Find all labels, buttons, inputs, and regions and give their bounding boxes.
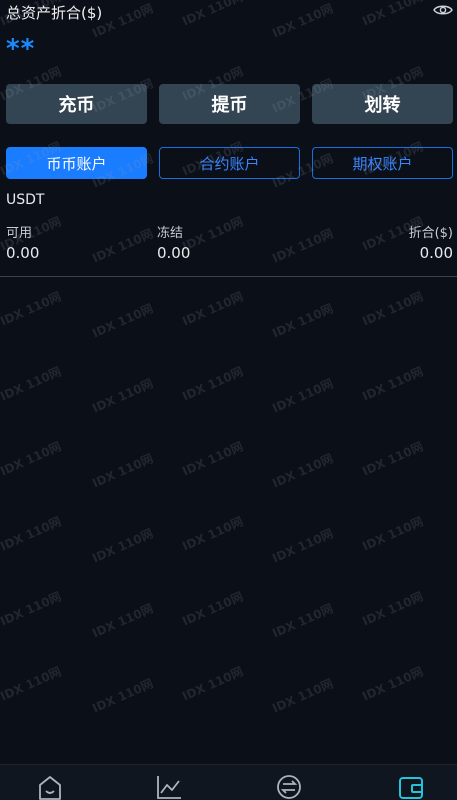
bottom-tabbar xyxy=(0,764,457,800)
transfer-button[interactable]: 划转 xyxy=(312,84,453,124)
frozen-value: 0.00 xyxy=(157,244,191,262)
tab-contract-account[interactable]: 合约账户 xyxy=(159,147,300,179)
home-icon[interactable] xyxy=(36,773,64,800)
asset-summary: 总资产折合($) ** xyxy=(0,0,457,70)
account-tabs: 币币账户 合约账户 期权账户 xyxy=(6,147,453,179)
watermark-text: IDX 110网 xyxy=(180,664,246,704)
watermark-text: IDX 110网 xyxy=(270,301,336,341)
divider xyxy=(0,276,457,277)
tab-spot-account[interactable]: 币币账户 xyxy=(6,147,147,179)
available-label: 可用 xyxy=(6,226,33,241)
asset-row[interactable]: USDT 可用 0.00 冻结 0.00 折合($) 0.00 xyxy=(0,190,457,278)
watermark-text: IDX 110网 xyxy=(90,601,156,641)
watermark-text: IDX 110网 xyxy=(360,514,426,554)
watermark-text: IDX 110网 xyxy=(0,289,64,329)
watermark-text: IDX 110网 xyxy=(360,364,426,404)
watermark-text: IDX 110网 xyxy=(360,589,426,629)
watermark-text: IDX 110网 xyxy=(90,376,156,416)
watermark-text: IDX 110网 xyxy=(0,664,64,704)
watermark-text: IDX 110网 xyxy=(180,289,246,329)
deposit-button[interactable]: 充币 xyxy=(6,84,147,124)
available-value: 0.00 xyxy=(6,244,40,262)
watermark-text: IDX 110网 xyxy=(360,664,426,704)
watermark-text: IDX 110网 xyxy=(270,451,336,491)
watermark-text: IDX 110网 xyxy=(180,364,246,404)
eye-icon[interactable] xyxy=(433,3,453,17)
chart-icon[interactable] xyxy=(155,773,183,800)
frozen-label: 冻结 xyxy=(157,226,184,241)
withdraw-button[interactable]: 提币 xyxy=(159,84,300,124)
watermark-text: IDX 110网 xyxy=(270,376,336,416)
total-assets-label: 总资产折合($) xyxy=(6,4,103,22)
watermark-text: IDX 110网 xyxy=(180,589,246,629)
watermark-text: IDX 110网 xyxy=(270,601,336,641)
watermark-text: IDX 110网 xyxy=(270,526,336,566)
wallet-icon[interactable] xyxy=(397,773,425,800)
converted-value: 0.00 xyxy=(419,244,453,262)
total-balance-masked: ** xyxy=(6,34,36,64)
watermark-text: IDX 110网 xyxy=(0,514,64,554)
exchange-icon[interactable] xyxy=(275,773,303,800)
wallet-page: 总资产折合($) ** 充币 提币 划转 币币账户 合约账户 期权账户 USDT… xyxy=(0,0,457,800)
watermark-text: IDX 110网 xyxy=(0,589,64,629)
watermark-text: IDX 110网 xyxy=(90,526,156,566)
action-buttons: 充币 提币 划转 xyxy=(6,84,453,124)
tab-options-account[interactable]: 期权账户 xyxy=(312,147,453,179)
watermark-text: IDX 110网 xyxy=(90,301,156,341)
converted-label: 折合($) xyxy=(408,226,453,241)
watermark-text: IDX 110网 xyxy=(360,289,426,329)
watermark-text: IDX 110网 xyxy=(90,676,156,716)
watermark-text: IDX 110网 xyxy=(360,439,426,479)
watermark-text: IDX 110网 xyxy=(270,676,336,716)
watermark-text: IDX 110网 xyxy=(180,514,246,554)
watermark-text: IDX 110网 xyxy=(0,439,64,479)
watermark-text: IDX 110网 xyxy=(180,439,246,479)
watermark-text: IDX 110网 xyxy=(90,451,156,491)
watermark-text: IDX 110网 xyxy=(0,364,64,404)
asset-name: USDT xyxy=(6,192,45,208)
